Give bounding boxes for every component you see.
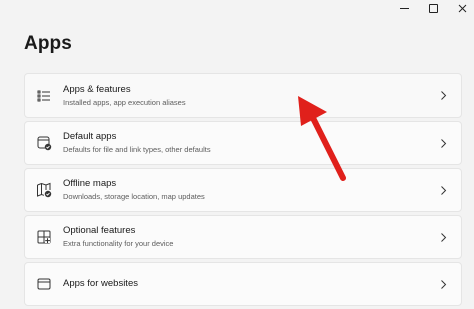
minimize-button[interactable] bbox=[389, 0, 419, 16]
chevron-right-icon bbox=[440, 232, 446, 242]
apps-features-icon bbox=[37, 90, 50, 101]
chevron-right-icon bbox=[440, 185, 446, 195]
item-label: Apps & features bbox=[63, 83, 131, 95]
item-label: Apps for websites bbox=[63, 277, 138, 289]
item-description: Extra functionality for your device bbox=[63, 239, 174, 248]
chevron-right-icon bbox=[440, 138, 446, 148]
default-apps-icon bbox=[37, 136, 52, 151]
chevron-right-icon bbox=[440, 279, 446, 289]
close-icon bbox=[458, 4, 466, 12]
maximize-button[interactable] bbox=[418, 0, 448, 16]
default-apps-item[interactable]: Default apps Defaults for file and link … bbox=[24, 121, 462, 165]
item-description: Downloads, storage location, map updates bbox=[63, 192, 205, 201]
title-bar bbox=[0, 0, 474, 18]
chevron-right-icon bbox=[440, 91, 446, 100]
apps-for-websites-icon bbox=[37, 278, 51, 290]
apps-for-websites-item[interactable]: Apps for websites bbox=[24, 262, 462, 306]
optional-features-item[interactable]: Optional features Extra functionality fo… bbox=[24, 215, 462, 259]
optional-features-icon bbox=[37, 230, 51, 244]
page-title: Apps bbox=[24, 33, 72, 54]
item-label: Optional features bbox=[63, 225, 136, 236]
minimize-icon bbox=[399, 7, 409, 9]
item-description: Installed apps, app execution aliases bbox=[63, 97, 186, 107]
settings-list: Apps & features Installed apps, app exec… bbox=[24, 73, 462, 309]
item-label: Offline maps bbox=[63, 178, 117, 189]
offline-maps-item[interactable]: Offline maps Downloads, storage location… bbox=[24, 168, 462, 212]
item-label: Default apps bbox=[63, 131, 117, 142]
offline-maps-icon bbox=[37, 182, 52, 198]
apps-features-item[interactable]: Apps & features Installed apps, app exec… bbox=[24, 73, 462, 118]
maximize-icon bbox=[428, 3, 438, 13]
item-description: Defaults for file and link types, other … bbox=[63, 145, 211, 154]
close-button[interactable] bbox=[447, 0, 474, 16]
